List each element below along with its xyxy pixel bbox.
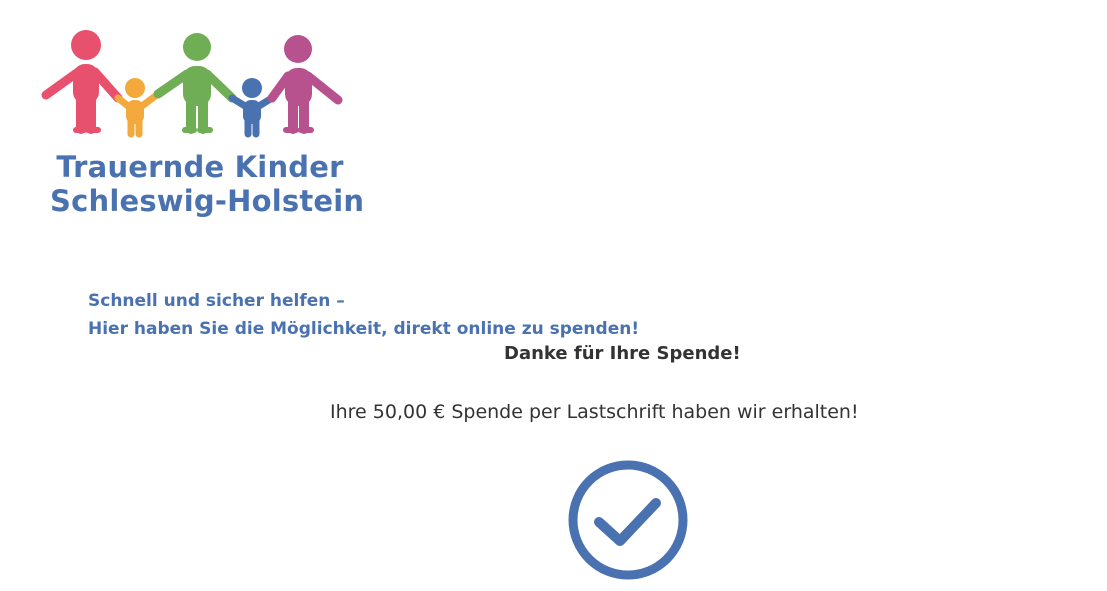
logo-line-1: Trauernde Kinder bbox=[56, 150, 344, 184]
intro-line-2: Hier haben Sie die Möglichkeit, direkt o… bbox=[88, 319, 640, 339]
donation-confirmation-message: Ihre 50,00 € Spende per Lastschrift habe… bbox=[330, 401, 859, 423]
family-holding-hands-icon bbox=[41, 30, 343, 138]
logo-line-2: Schleswig-Holstein bbox=[50, 184, 365, 218]
thanks-heading: Danke für Ihre Spende! bbox=[504, 343, 741, 364]
organization-logo[interactable]: Trauernde Kinder Schleswig-Holstein bbox=[40, 28, 365, 228]
intro-text: Schnell und sicher helfen – Hier haben S… bbox=[88, 287, 639, 343]
intro-line-1: Schnell und sicher helfen – bbox=[88, 291, 345, 311]
checkmark-circle-icon bbox=[568, 460, 688, 580]
logo-wordmark: Trauernde Kinder Schleswig-Holstein bbox=[50, 150, 365, 218]
